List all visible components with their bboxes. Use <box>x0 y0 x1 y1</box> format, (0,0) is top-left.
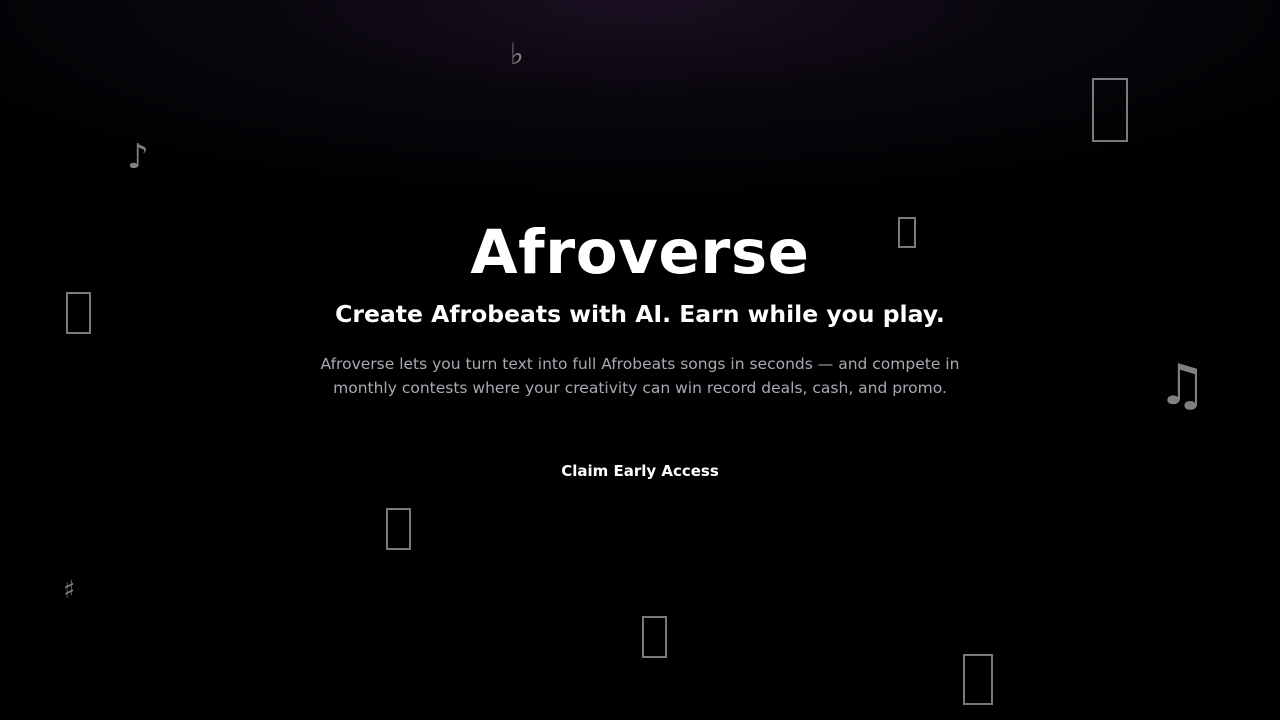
landing-page: ♭ ♪ ♫ ♯ Afroverse Create Afrobeats with … <box>0 0 1280 720</box>
missing-glyph-box-icon <box>963 654 993 705</box>
missing-glyph-box-icon <box>1092 78 1128 142</box>
tagline: Create Afrobeats with AI. Earn while you… <box>335 300 945 328</box>
hero-section: Afroverse Create Afrobeats with AI. Earn… <box>0 218 1280 486</box>
missing-glyph-box-icon <box>386 508 411 550</box>
claim-early-access-button[interactable]: Claim Early Access <box>551 456 729 486</box>
sharp-icon: ♯ <box>63 575 76 604</box>
flat-note-icon: ♭ <box>510 37 524 71</box>
eighth-note-icon: ♪ <box>127 137 149 177</box>
page-title: Afroverse <box>470 217 810 288</box>
missing-glyph-box-icon <box>642 616 667 658</box>
hero-description: Afroverse lets you turn text into full A… <box>320 355 960 397</box>
